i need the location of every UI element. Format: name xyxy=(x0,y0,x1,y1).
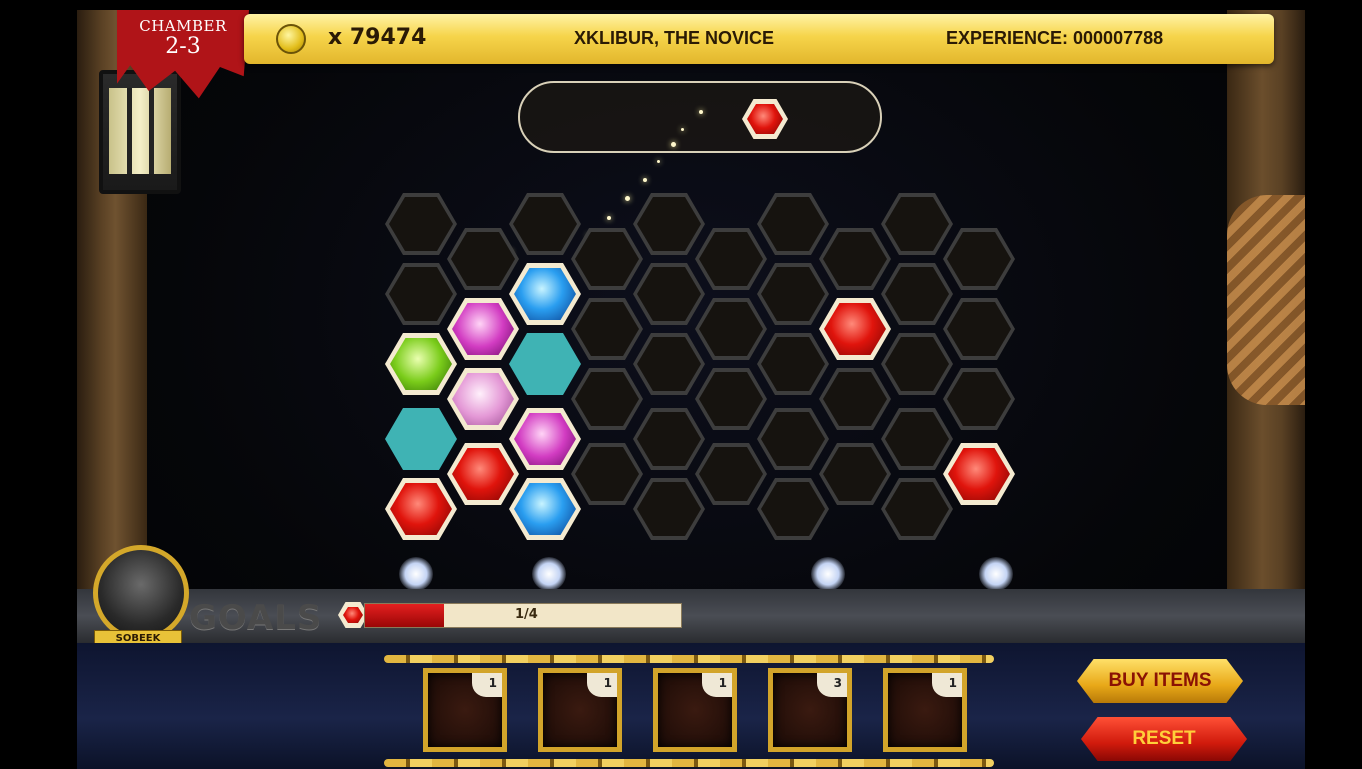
light-pink-gem-cell[interactable] xyxy=(447,368,519,430)
chamber-level: 2-3 xyxy=(165,34,201,59)
pink-gem-cell[interactable] xyxy=(509,408,581,470)
hex-cell[interactable] xyxy=(571,298,643,360)
hex-cell[interactable] xyxy=(881,263,953,325)
game-frame: CHAMBER 2-3 x 79474 XKLIBUR, THE NOVICE … xyxy=(77,10,1305,769)
character-avatar[interactable] xyxy=(93,545,189,641)
hex-cell[interactable] xyxy=(757,333,829,395)
hex-cell[interactable] xyxy=(633,263,705,325)
hex-cell[interactable] xyxy=(633,408,705,470)
slot-count: 1 xyxy=(472,673,502,697)
blue-gem-cell[interactable] xyxy=(509,478,581,540)
buy-items-button[interactable]: BUY ITEMS xyxy=(1077,659,1243,703)
inventory-slot[interactable]: 1 xyxy=(653,668,737,752)
coin-icon xyxy=(276,24,306,54)
inventory-slot[interactable]: 3 xyxy=(768,668,852,752)
slot-count: 1 xyxy=(702,673,732,697)
player-name: XKLIBUR, THE NOVICE xyxy=(574,28,775,48)
goal-progress-bar: 1/4 xyxy=(364,603,682,628)
stage-light xyxy=(979,557,1013,591)
blue-gem-cell[interactable] xyxy=(509,263,581,325)
hex-cell[interactable] xyxy=(757,408,829,470)
goal-progress-fill xyxy=(365,604,444,627)
hex-cell[interactable] xyxy=(385,193,457,255)
hex-cell[interactable] xyxy=(633,193,705,255)
hex-cell[interactable] xyxy=(571,228,643,290)
red-gem-cell[interactable] xyxy=(943,443,1015,505)
hex-cell[interactable] xyxy=(819,443,891,505)
gold-rail-bottom xyxy=(384,759,994,767)
red-gem-cell[interactable] xyxy=(385,478,457,540)
hex-cell[interactable] xyxy=(943,368,1015,430)
hex-cell[interactable] xyxy=(819,368,891,430)
next-gem-preview xyxy=(518,81,882,153)
slot-count: 1 xyxy=(932,673,962,697)
experience-counter: EXPERIENCE: 000007788 xyxy=(946,28,1164,48)
goals-label: GOALS xyxy=(189,598,323,638)
chamber-label: CHAMBER xyxy=(139,17,227,35)
green-gem-cell[interactable] xyxy=(385,333,457,395)
hex-cell[interactable] xyxy=(695,298,767,360)
hex-cell[interactable] xyxy=(757,263,829,325)
inventory-slot[interactable]: 1 xyxy=(883,668,967,752)
hex-cell[interactable] xyxy=(695,368,767,430)
inventory-slot[interactable]: 1 xyxy=(423,668,507,752)
red-gem-cell[interactable] xyxy=(819,298,891,360)
hex-cell[interactable] xyxy=(447,228,519,290)
teal-cell[interactable] xyxy=(385,408,457,470)
status-bar: x 79474 XKLIBUR, THE NOVICE EXPERIENCE: … xyxy=(244,14,1274,64)
hex-cell[interactable] xyxy=(881,408,953,470)
hex-cell[interactable] xyxy=(695,443,767,505)
hex-cell[interactable] xyxy=(943,228,1015,290)
teal-cell[interactable] xyxy=(509,333,581,395)
stage-light xyxy=(399,557,433,591)
coin-count: x 79474 xyxy=(328,25,427,50)
hex-cell[interactable] xyxy=(757,193,829,255)
hex-cell[interactable] xyxy=(633,478,705,540)
hex-cell[interactable] xyxy=(881,478,953,540)
slot-count: 1 xyxy=(587,673,617,697)
hex-cell[interactable] xyxy=(633,333,705,395)
stage-light xyxy=(811,557,845,591)
stage-light xyxy=(532,557,566,591)
hex-cell[interactable] xyxy=(881,333,953,395)
hex-cell[interactable] xyxy=(757,478,829,540)
hex-cell[interactable] xyxy=(943,298,1015,360)
lantern-icon xyxy=(99,70,181,194)
red-gem-cell[interactable] xyxy=(447,443,519,505)
preview-red-gem xyxy=(742,99,788,139)
hex-cell[interactable] xyxy=(571,443,643,505)
gold-rail-top xyxy=(384,655,994,663)
goal-progress-text: 1/4 xyxy=(515,607,538,622)
hex-cell[interactable] xyxy=(881,193,953,255)
rope-decoration xyxy=(1227,195,1305,405)
hex-cell[interactable] xyxy=(509,193,581,255)
slot-count: 3 xyxy=(817,673,847,697)
reset-button[interactable]: RESET xyxy=(1081,717,1247,761)
hex-cell[interactable] xyxy=(819,228,891,290)
hex-cell[interactable] xyxy=(695,228,767,290)
inventory-slot[interactable]: 1 xyxy=(538,668,622,752)
hex-cell[interactable] xyxy=(571,368,643,430)
hex-cell[interactable] xyxy=(385,263,457,325)
pink-gem-cell[interactable] xyxy=(447,298,519,360)
